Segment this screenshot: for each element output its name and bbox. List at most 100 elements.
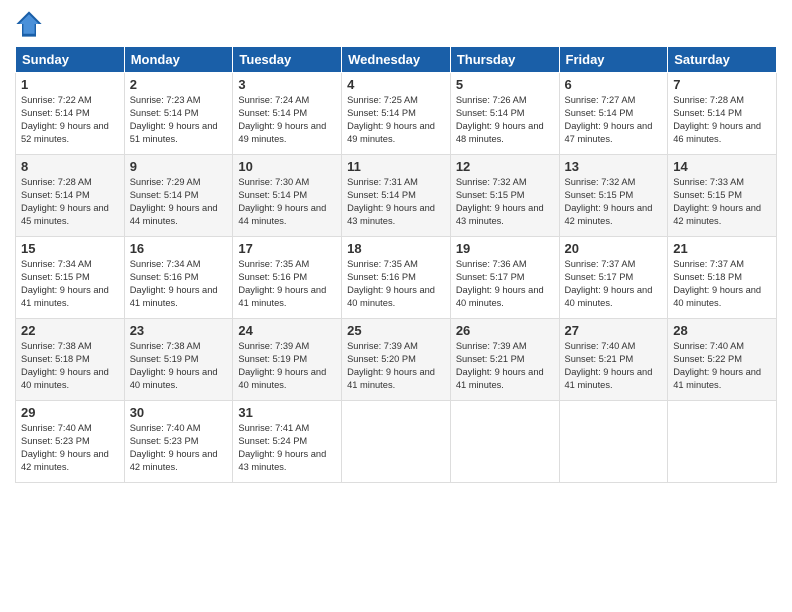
day-cell: 2 Sunrise: 7:23 AM Sunset: 5:14 PM Dayli…	[124, 73, 233, 155]
day-number: 15	[21, 241, 119, 256]
day-info: Sunrise: 7:23 AM Sunset: 5:14 PM Dayligh…	[130, 94, 228, 146]
day-info: Sunrise: 7:27 AM Sunset: 5:14 PM Dayligh…	[565, 94, 663, 146]
day-cell	[342, 401, 451, 483]
day-info: Sunrise: 7:40 AM Sunset: 5:23 PM Dayligh…	[21, 422, 119, 474]
day-number: 30	[130, 405, 228, 420]
page: SundayMondayTuesdayWednesdayThursdayFrid…	[0, 0, 792, 612]
day-number: 23	[130, 323, 228, 338]
day-cell: 12 Sunrise: 7:32 AM Sunset: 5:15 PM Dayl…	[450, 155, 559, 237]
day-cell: 3 Sunrise: 7:24 AM Sunset: 5:14 PM Dayli…	[233, 73, 342, 155]
day-cell	[559, 401, 668, 483]
day-number: 19	[456, 241, 554, 256]
header-friday: Friday	[559, 47, 668, 73]
day-cell: 1 Sunrise: 7:22 AM Sunset: 5:14 PM Dayli…	[16, 73, 125, 155]
logo-icon	[15, 10, 43, 38]
day-info: Sunrise: 7:38 AM Sunset: 5:19 PM Dayligh…	[130, 340, 228, 392]
day-info: Sunrise: 7:28 AM Sunset: 5:14 PM Dayligh…	[673, 94, 771, 146]
day-cell: 31 Sunrise: 7:41 AM Sunset: 5:24 PM Dayl…	[233, 401, 342, 483]
day-info: Sunrise: 7:39 AM Sunset: 5:21 PM Dayligh…	[456, 340, 554, 392]
day-info: Sunrise: 7:40 AM Sunset: 5:23 PM Dayligh…	[130, 422, 228, 474]
header-row: SundayMondayTuesdayWednesdayThursdayFrid…	[16, 47, 777, 73]
day-number: 2	[130, 77, 228, 92]
day-info: Sunrise: 7:33 AM Sunset: 5:15 PM Dayligh…	[673, 176, 771, 228]
day-number: 14	[673, 159, 771, 174]
day-number: 7	[673, 77, 771, 92]
day-number: 18	[347, 241, 445, 256]
day-cell: 17 Sunrise: 7:35 AM Sunset: 5:16 PM Dayl…	[233, 237, 342, 319]
day-info: Sunrise: 7:26 AM Sunset: 5:14 PM Dayligh…	[456, 94, 554, 146]
day-cell	[668, 401, 777, 483]
day-info: Sunrise: 7:34 AM Sunset: 5:15 PM Dayligh…	[21, 258, 119, 310]
day-info: Sunrise: 7:31 AM Sunset: 5:14 PM Dayligh…	[347, 176, 445, 228]
day-cell: 16 Sunrise: 7:34 AM Sunset: 5:16 PM Dayl…	[124, 237, 233, 319]
day-number: 29	[21, 405, 119, 420]
day-cell: 15 Sunrise: 7:34 AM Sunset: 5:15 PM Dayl…	[16, 237, 125, 319]
day-cell: 29 Sunrise: 7:40 AM Sunset: 5:23 PM Dayl…	[16, 401, 125, 483]
day-number: 25	[347, 323, 445, 338]
day-number: 22	[21, 323, 119, 338]
day-cell: 23 Sunrise: 7:38 AM Sunset: 5:19 PM Dayl…	[124, 319, 233, 401]
day-number: 21	[673, 241, 771, 256]
day-number: 16	[130, 241, 228, 256]
week-row-3: 15 Sunrise: 7:34 AM Sunset: 5:15 PM Dayl…	[16, 237, 777, 319]
week-row-4: 22 Sunrise: 7:38 AM Sunset: 5:18 PM Dayl…	[16, 319, 777, 401]
day-number: 13	[565, 159, 663, 174]
day-info: Sunrise: 7:40 AM Sunset: 5:21 PM Dayligh…	[565, 340, 663, 392]
day-cell: 7 Sunrise: 7:28 AM Sunset: 5:14 PM Dayli…	[668, 73, 777, 155]
day-cell: 18 Sunrise: 7:35 AM Sunset: 5:16 PM Dayl…	[342, 237, 451, 319]
day-number: 1	[21, 77, 119, 92]
day-info: Sunrise: 7:36 AM Sunset: 5:17 PM Dayligh…	[456, 258, 554, 310]
day-number: 10	[238, 159, 336, 174]
day-number: 27	[565, 323, 663, 338]
calendar-table: SundayMondayTuesdayWednesdayThursdayFrid…	[15, 46, 777, 483]
day-number: 24	[238, 323, 336, 338]
day-number: 5	[456, 77, 554, 92]
day-info: Sunrise: 7:38 AM Sunset: 5:18 PM Dayligh…	[21, 340, 119, 392]
week-row-2: 8 Sunrise: 7:28 AM Sunset: 5:14 PM Dayli…	[16, 155, 777, 237]
day-cell: 20 Sunrise: 7:37 AM Sunset: 5:17 PM Dayl…	[559, 237, 668, 319]
week-row-1: 1 Sunrise: 7:22 AM Sunset: 5:14 PM Dayli…	[16, 73, 777, 155]
header-tuesday: Tuesday	[233, 47, 342, 73]
day-number: 28	[673, 323, 771, 338]
day-number: 9	[130, 159, 228, 174]
day-number: 31	[238, 405, 336, 420]
day-info: Sunrise: 7:24 AM Sunset: 5:14 PM Dayligh…	[238, 94, 336, 146]
day-info: Sunrise: 7:32 AM Sunset: 5:15 PM Dayligh…	[456, 176, 554, 228]
week-row-5: 29 Sunrise: 7:40 AM Sunset: 5:23 PM Dayl…	[16, 401, 777, 483]
header	[15, 10, 777, 38]
header-saturday: Saturday	[668, 47, 777, 73]
day-cell: 4 Sunrise: 7:25 AM Sunset: 5:14 PM Dayli…	[342, 73, 451, 155]
day-cell: 22 Sunrise: 7:38 AM Sunset: 5:18 PM Dayl…	[16, 319, 125, 401]
day-info: Sunrise: 7:25 AM Sunset: 5:14 PM Dayligh…	[347, 94, 445, 146]
header-wednesday: Wednesday	[342, 47, 451, 73]
day-info: Sunrise: 7:35 AM Sunset: 5:16 PM Dayligh…	[238, 258, 336, 310]
day-info: Sunrise: 7:41 AM Sunset: 5:24 PM Dayligh…	[238, 422, 336, 474]
day-cell: 6 Sunrise: 7:27 AM Sunset: 5:14 PM Dayli…	[559, 73, 668, 155]
day-cell: 21 Sunrise: 7:37 AM Sunset: 5:18 PM Dayl…	[668, 237, 777, 319]
day-cell: 25 Sunrise: 7:39 AM Sunset: 5:20 PM Dayl…	[342, 319, 451, 401]
day-info: Sunrise: 7:30 AM Sunset: 5:14 PM Dayligh…	[238, 176, 336, 228]
day-number: 4	[347, 77, 445, 92]
day-cell: 5 Sunrise: 7:26 AM Sunset: 5:14 PM Dayli…	[450, 73, 559, 155]
day-info: Sunrise: 7:39 AM Sunset: 5:20 PM Dayligh…	[347, 340, 445, 392]
day-cell: 26 Sunrise: 7:39 AM Sunset: 5:21 PM Dayl…	[450, 319, 559, 401]
day-info: Sunrise: 7:32 AM Sunset: 5:15 PM Dayligh…	[565, 176, 663, 228]
day-cell: 11 Sunrise: 7:31 AM Sunset: 5:14 PM Dayl…	[342, 155, 451, 237]
day-number: 11	[347, 159, 445, 174]
day-cell: 13 Sunrise: 7:32 AM Sunset: 5:15 PM Dayl…	[559, 155, 668, 237]
day-cell: 9 Sunrise: 7:29 AM Sunset: 5:14 PM Dayli…	[124, 155, 233, 237]
day-cell: 28 Sunrise: 7:40 AM Sunset: 5:22 PM Dayl…	[668, 319, 777, 401]
day-number: 20	[565, 241, 663, 256]
day-cell	[450, 401, 559, 483]
day-info: Sunrise: 7:34 AM Sunset: 5:16 PM Dayligh…	[130, 258, 228, 310]
day-info: Sunrise: 7:37 AM Sunset: 5:17 PM Dayligh…	[565, 258, 663, 310]
day-cell: 30 Sunrise: 7:40 AM Sunset: 5:23 PM Dayl…	[124, 401, 233, 483]
day-number: 12	[456, 159, 554, 174]
day-cell: 8 Sunrise: 7:28 AM Sunset: 5:14 PM Dayli…	[16, 155, 125, 237]
day-cell: 19 Sunrise: 7:36 AM Sunset: 5:17 PM Dayl…	[450, 237, 559, 319]
day-number: 8	[21, 159, 119, 174]
day-cell: 10 Sunrise: 7:30 AM Sunset: 5:14 PM Dayl…	[233, 155, 342, 237]
day-info: Sunrise: 7:29 AM Sunset: 5:14 PM Dayligh…	[130, 176, 228, 228]
day-cell: 27 Sunrise: 7:40 AM Sunset: 5:21 PM Dayl…	[559, 319, 668, 401]
day-info: Sunrise: 7:35 AM Sunset: 5:16 PM Dayligh…	[347, 258, 445, 310]
